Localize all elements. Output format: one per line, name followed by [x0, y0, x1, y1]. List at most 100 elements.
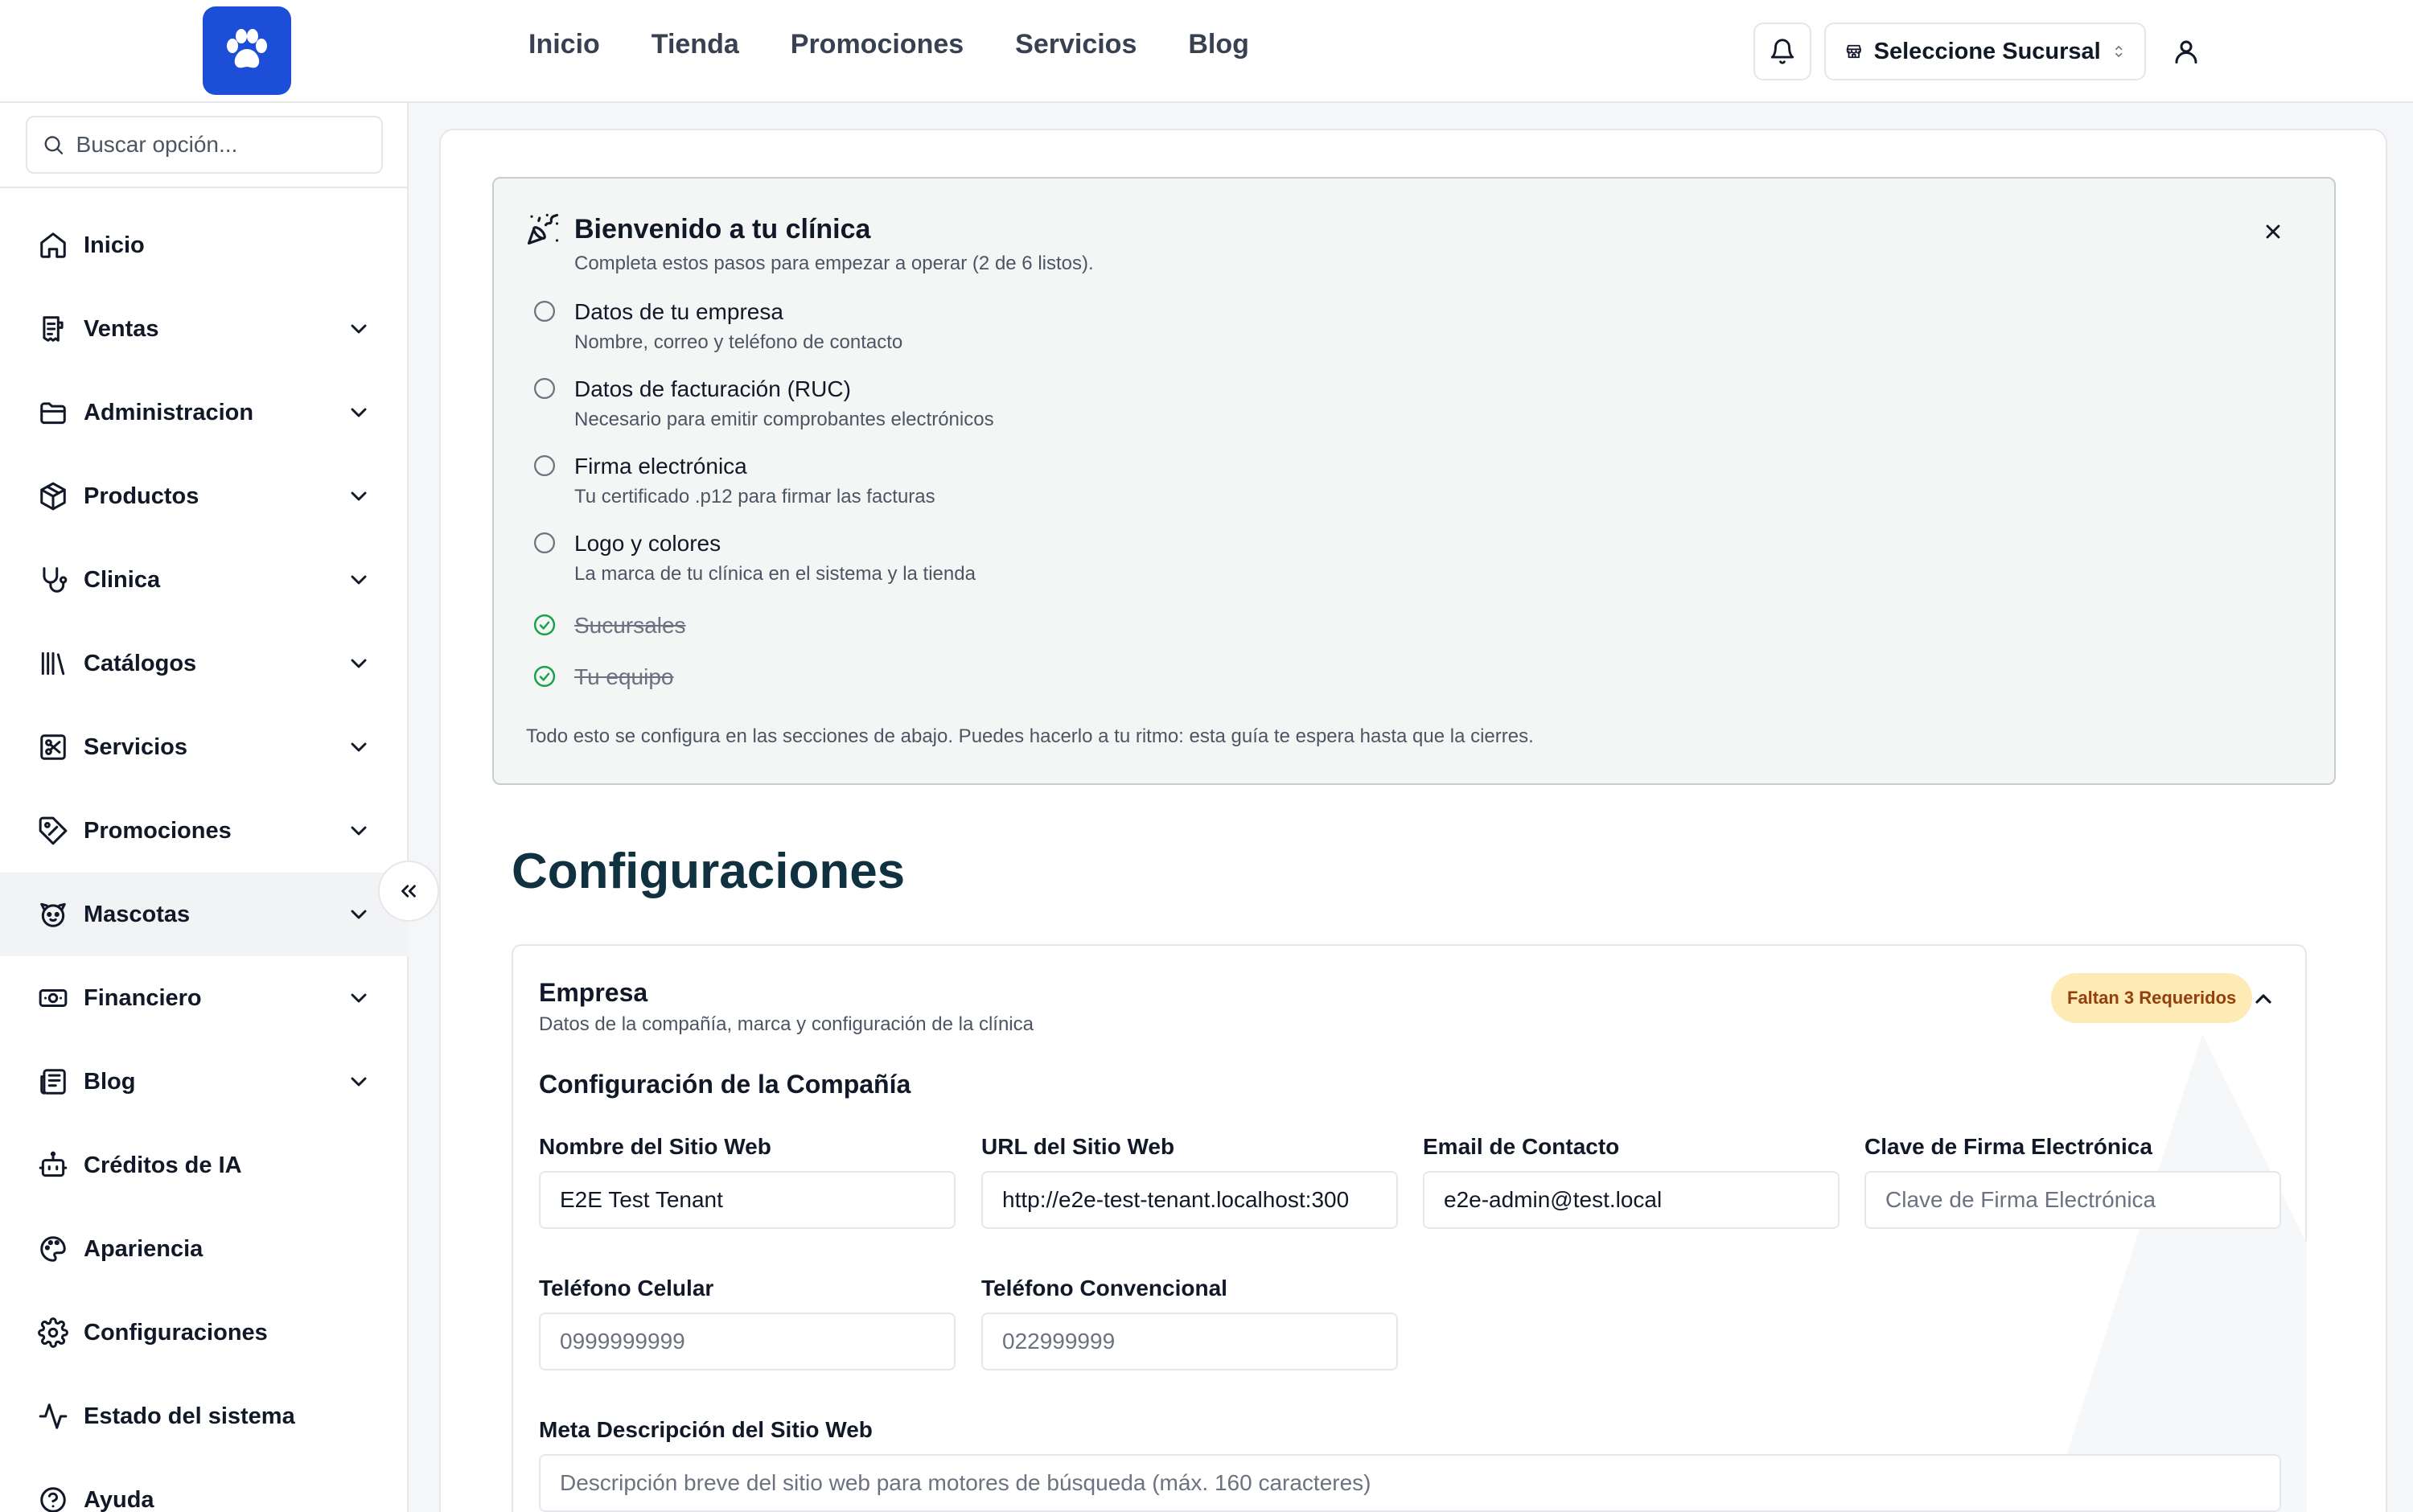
sidebar: Inicio Ventas Administracion Productos Clini…	[0, 103, 409, 1512]
sidebar-item-mascotas[interactable]: Mascotas	[0, 873, 409, 956]
nav-link-promociones[interactable]: Promociones	[791, 29, 964, 60]
sidebar-item-ayuda[interactable]: Ayuda	[0, 1458, 409, 1512]
contact-email-input[interactable]	[1423, 1171, 1840, 1229]
bell-icon	[1770, 39, 1794, 64]
empresa-subtitle: Datos de la compañía, marca y configurac…	[539, 1013, 1034, 1035]
chevron-down-icon	[346, 818, 372, 844]
nav-link-servicios[interactable]: Servicios	[1015, 29, 1137, 60]
meta-description-label: Meta Descripción del Sitio Web	[539, 1417, 873, 1442]
user-icon	[2175, 40, 2197, 64]
home-icon	[37, 229, 69, 261]
sidebar-item-estado-del-sistema[interactable]: Estado del sistema	[0, 1374, 409, 1458]
sidebar-item-configuraciones[interactable]: Configuraciones	[0, 1291, 409, 1374]
check-circle-icon	[532, 664, 557, 688]
sidebar-item-administracion[interactable]: Administracion	[0, 371, 409, 454]
onboarding-step[interactable]: Tu equipo	[532, 664, 674, 690]
sidebar-item-clinica[interactable]: Clinica	[0, 538, 409, 622]
step-description: Necesario para emitir comprobantes elect…	[574, 409, 994, 430]
sidebar-item-catalogos[interactable]: Catálogos	[0, 622, 409, 705]
chevron-down-icon	[346, 483, 372, 509]
store-icon	[1846, 44, 1861, 59]
page-title: Configuraciones	[512, 844, 906, 899]
sidebar-item-productos[interactable]: Productos	[0, 454, 409, 538]
sidebar-item-apariencia[interactable]: Apariencia	[0, 1207, 409, 1291]
sidebar-item-label: Inicio	[84, 232, 145, 258]
company-config-title: Configuración de la Compañía	[539, 1070, 911, 1099]
chevron-down-icon	[346, 400, 372, 425]
search-icon	[44, 136, 64, 154]
welcome-footer-note: Todo esto se configura en las secciones …	[526, 725, 1534, 747]
chevron-down-icon	[346, 567, 372, 593]
notifications-button[interactable]	[1753, 23, 1811, 80]
sidebar-item-promociones[interactable]: Promociones	[0, 789, 409, 873]
tag-icon	[37, 815, 69, 847]
chevron-down-icon	[346, 985, 372, 1011]
chevrons-left-icon	[401, 885, 416, 898]
site-name-input[interactable]	[539, 1171, 956, 1229]
sidebar-item-inicio[interactable]: Inicio	[0, 203, 409, 287]
circle-icon	[532, 376, 557, 401]
sidebar-item-label: Servicios	[84, 733, 187, 760]
nav-link-blog[interactable]: Blog	[1188, 29, 1249, 60]
mobile-phone-field: Teléfono Celular	[539, 1276, 956, 1370]
sidebar-item-blog[interactable]: Blog	[0, 1040, 409, 1124]
signature-key-input[interactable]	[1864, 1171, 2281, 1229]
sidebar-item-financiero[interactable]: Financiero	[0, 956, 409, 1040]
collapse-sidebar-button[interactable]	[378, 861, 439, 922]
palette-icon	[37, 1233, 69, 1265]
top-navbar: Inicio Tienda Promociones Servicios Blog…	[0, 0, 2413, 103]
sidebar-item-label: Apariencia	[84, 1235, 203, 1262]
user-menu-button[interactable]	[2164, 29, 2209, 74]
welcome-panel: Bienvenido a tu clínica Completa estos p…	[492, 177, 2336, 785]
step-title: Datos de tu empresa	[574, 299, 783, 324]
step-title: Sucursales	[574, 613, 686, 638]
sidebar-item-servicios[interactable]: Servicios	[0, 705, 409, 789]
site-url-field: URL del Sitio Web	[981, 1134, 1398, 1229]
site-name-label: Nombre del Sitio Web	[539, 1134, 771, 1159]
sidebar-search	[26, 116, 383, 174]
app-logo[interactable]	[203, 6, 291, 95]
package-icon	[37, 480, 69, 512]
sidebar-item-label: Mascotas	[84, 901, 191, 927]
landline-phone-input[interactable]	[981, 1313, 1398, 1370]
chevron-up-icon[interactable]	[2251, 986, 2276, 1012]
banknote-icon	[37, 982, 69, 1014]
sidebar-item-ventas[interactable]: Ventas	[0, 287, 409, 371]
chevron-down-icon	[346, 316, 372, 342]
onboarding-step[interactable]: Logo y colores La marca de tu clínica en …	[532, 531, 976, 585]
mobile-phone-input[interactable]	[539, 1313, 956, 1370]
sidebar-item-label: Clinica	[84, 566, 161, 593]
branch-selector-label: Seleccione Sucursal	[1873, 38, 2101, 64]
landline-phone-field: Teléfono Convencional	[981, 1276, 1398, 1370]
party-popper-icon	[527, 213, 559, 245]
sidebar-item-creditos-de-ia[interactable]: Créditos de IA	[0, 1124, 409, 1207]
sidebar-item-label: Configuraciones	[84, 1319, 268, 1346]
scissors-icon	[37, 731, 69, 763]
sidebar-item-label: Créditos de IA	[84, 1152, 242, 1178]
welcome-close-button[interactable]	[2257, 216, 2289, 248]
landline-phone-label: Teléfono Convencional	[981, 1276, 1227, 1300]
meta-description-field: Meta Descripción del Sitio Web	[539, 1417, 2281, 1512]
sidebar-search-input[interactable]	[76, 132, 367, 158]
contact-email-field: Email de Contacto	[1423, 1134, 1840, 1229]
site-url-input[interactable]	[981, 1171, 1398, 1229]
nav-link-inicio[interactable]: Inicio	[528, 29, 600, 60]
onboarding-step[interactable]: Sucursales	[532, 613, 686, 639]
onboarding-step[interactable]: Datos de facturación (RUC) Necesario para…	[532, 376, 994, 431]
sidebar-item-label: Financiero	[84, 984, 202, 1011]
chevron-down-icon	[346, 651, 372, 676]
chevron-down-icon	[346, 1069, 372, 1095]
sidebar-item-label: Ayuda	[84, 1486, 154, 1512]
meta-description-input[interactable]	[539, 1454, 2281, 1512]
step-description: La marca de tu clínica en el sistema y l…	[574, 563, 976, 585]
signature-key-field: Clave de Firma Electrónica	[1864, 1134, 2281, 1229]
onboarding-step[interactable]: Firma electrónica Tu certificado .p12 par…	[532, 454, 935, 508]
circle-icon	[532, 531, 557, 555]
step-description: Tu certificado .p12 para firmar las fact…	[574, 486, 935, 507]
onboarding-step[interactable]: Datos de tu empresa Nombre, correo y telé…	[532, 299, 902, 354]
main-nav: Inicio Tienda Promociones Servicios Blog	[528, 29, 1249, 60]
branch-selector[interactable]: Seleccione Sucursal	[1824, 23, 2146, 80]
welcome-subtitle: Completa estos pasos para empezar a oper…	[574, 253, 1094, 274]
nav-link-tienda[interactable]: Tienda	[652, 29, 739, 60]
site-name-field: Nombre del Sitio Web	[539, 1134, 956, 1229]
